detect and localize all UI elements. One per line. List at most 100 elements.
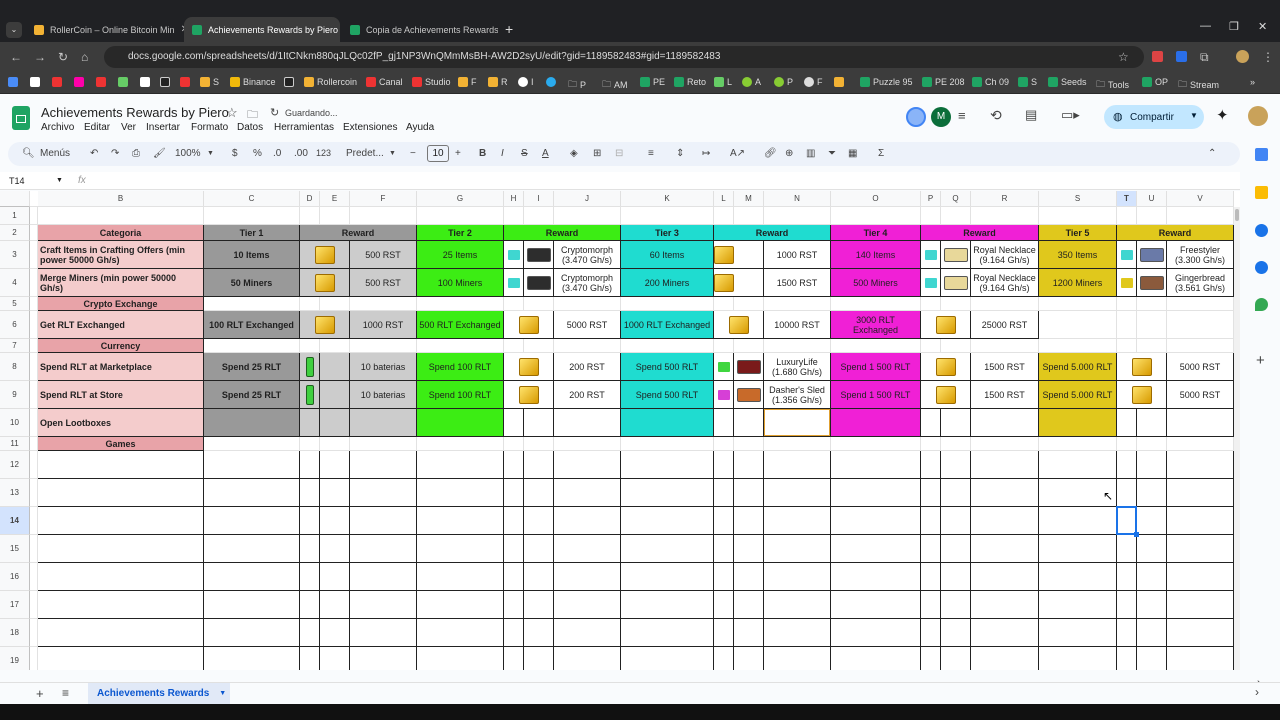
bookmark-canal[interactable]: Canal bbox=[366, 77, 403, 87]
minimize-window-icon[interactable]: — bbox=[1200, 20, 1211, 32]
empty-cell[interactable] bbox=[764, 619, 831, 647]
sheets-logo-icon[interactable] bbox=[12, 106, 30, 130]
column-header-o[interactable]: O bbox=[831, 191, 921, 207]
row-header-2[interactable]: 2 bbox=[0, 225, 30, 241]
empty-cell[interactable] bbox=[971, 591, 1039, 619]
reward1-value-cell[interactable]: 500 RST bbox=[350, 269, 417, 297]
empty-cell[interactable] bbox=[1039, 451, 1117, 479]
functions-icon[interactable]: Σ bbox=[878, 148, 884, 159]
empty-cell[interactable] bbox=[504, 507, 524, 535]
empty-cell[interactable] bbox=[350, 591, 417, 619]
reward1-cell[interactable] bbox=[300, 409, 320, 437]
empty-cell[interactable] bbox=[764, 451, 831, 479]
empty-cell[interactable] bbox=[204, 507, 300, 535]
bold-icon[interactable]: B bbox=[479, 148, 486, 159]
menu-formato[interactable]: Formato bbox=[191, 122, 228, 133]
reward4-value-cell[interactable]: 1500 RST bbox=[971, 381, 1039, 409]
empty-cell[interactable] bbox=[734, 591, 764, 619]
menus-search[interactable]: Menús bbox=[40, 148, 70, 159]
empty-cell[interactable] bbox=[350, 507, 417, 535]
meet-video-icon[interactable]: ▭▸ bbox=[1061, 107, 1080, 123]
column-header-m[interactable]: M bbox=[734, 191, 764, 207]
empty-cell[interactable] bbox=[621, 591, 714, 619]
extension-icon[interactable] bbox=[1176, 51, 1187, 62]
menu-insertar[interactable]: Insertar bbox=[146, 122, 180, 133]
empty-cell[interactable] bbox=[300, 591, 320, 619]
empty-cell[interactable] bbox=[1117, 619, 1137, 647]
empty-cell[interactable] bbox=[350, 535, 417, 563]
empty-cell[interactable] bbox=[621, 563, 714, 591]
percent-format[interactable]: % bbox=[253, 148, 262, 159]
header-tier2[interactable]: Tier 2 bbox=[417, 225, 504, 241]
empty-cell[interactable] bbox=[921, 535, 941, 563]
bookmark-rollercoin[interactable]: Rollercoin bbox=[304, 77, 357, 87]
empty-cell[interactable] bbox=[320, 591, 350, 619]
empty-cell[interactable] bbox=[38, 647, 204, 670]
bookmark-studio[interactable]: Studio bbox=[412, 77, 451, 87]
paint-format-icon[interactable]: 🖌︎ bbox=[153, 148, 166, 159]
empty-cell[interactable] bbox=[417, 647, 504, 670]
empty-cell[interactable] bbox=[1137, 451, 1167, 479]
empty-cell[interactable] bbox=[621, 479, 714, 507]
tier4-cell[interactable]: Spend 1 500 RLT bbox=[831, 353, 921, 381]
maps-icon[interactable] bbox=[1255, 298, 1268, 311]
reward5-value-cell[interactable]: 5000 RST bbox=[1167, 353, 1234, 381]
bookmark-icon[interactable] bbox=[118, 77, 131, 87]
row-header-11[interactable]: 11 bbox=[0, 437, 30, 451]
reward3-cell[interactable] bbox=[714, 409, 734, 437]
empty-cell[interactable] bbox=[734, 507, 764, 535]
empty-cell[interactable] bbox=[831, 591, 921, 619]
reward2-value-cell[interactable]: 5000 RST bbox=[554, 311, 621, 339]
empty-cell[interactable] bbox=[1167, 507, 1234, 535]
close-window-icon[interactable]: ✕ bbox=[1258, 20, 1267, 33]
empty-cell[interactable] bbox=[1137, 535, 1167, 563]
empty-cell[interactable] bbox=[300, 647, 320, 670]
empty-cell[interactable] bbox=[1167, 535, 1234, 563]
text-rotation-icon[interactable]: A↗ bbox=[730, 148, 745, 159]
empty-cell[interactable] bbox=[504, 535, 524, 563]
vertical-align-icon[interactable]: ⇕ bbox=[676, 148, 684, 159]
tier3-cell[interactable]: Spend 500 RLT bbox=[621, 353, 714, 381]
empty-cell[interactable] bbox=[1039, 563, 1117, 591]
tier4-cell[interactable]: 3000 RLT Exchanged bbox=[831, 311, 921, 339]
empty-cell[interactable] bbox=[417, 507, 504, 535]
empty-cell[interactable] bbox=[554, 647, 621, 670]
empty-cell[interactable] bbox=[320, 507, 350, 535]
reward4-cell[interactable] bbox=[941, 409, 971, 437]
empty-cell[interactable] bbox=[971, 451, 1039, 479]
empty-cell[interactable] bbox=[204, 535, 300, 563]
empty-cell[interactable] bbox=[38, 451, 204, 479]
empty-cell[interactable] bbox=[1167, 647, 1234, 670]
borders-icon[interactable]: ⊞ bbox=[593, 148, 601, 159]
explore-icon[interactable]: › bbox=[1255, 685, 1259, 699]
row-header-5[interactable]: 5 bbox=[0, 297, 30, 311]
gemini-sparkle-icon[interactable]: ✦ bbox=[1216, 106, 1229, 124]
empty-cell[interactable] bbox=[554, 507, 621, 535]
font-select[interactable]: Predet... bbox=[346, 148, 384, 159]
empty-cell[interactable] bbox=[941, 479, 971, 507]
font-size-decrease[interactable]: − bbox=[410, 148, 416, 159]
empty-cell[interactable] bbox=[504, 479, 524, 507]
reward3-value-cell[interactable]: 10000 RST bbox=[764, 311, 831, 339]
add-sheet-icon[interactable]: + bbox=[36, 686, 44, 701]
tier5-cell[interactable]: Spend 5.000 RLT bbox=[1039, 353, 1117, 381]
select-all-corner[interactable] bbox=[0, 191, 30, 207]
empty-cell[interactable] bbox=[831, 507, 921, 535]
formula-input[interactable] bbox=[96, 172, 1236, 190]
row-header-4[interactable]: 4 bbox=[0, 269, 30, 297]
browser-tab-rollercoin[interactable]: RollerCoin – Online Bitcoin Min ✕ bbox=[26, 17, 184, 42]
back-arrow-icon[interactable]: ← bbox=[10, 50, 22, 64]
column-header-r[interactable]: R bbox=[971, 191, 1039, 207]
bookmark-i[interactable]: I bbox=[518, 77, 534, 87]
empty-cell[interactable] bbox=[734, 535, 764, 563]
category-cell[interactable]: Get RLT Exchanged bbox=[38, 311, 204, 339]
empty-cell[interactable] bbox=[921, 591, 941, 619]
header-tier1[interactable]: Tier 1 bbox=[204, 225, 300, 241]
row-header-10[interactable]: 10 bbox=[0, 409, 30, 437]
bookmark-icon[interactable] bbox=[96, 77, 109, 87]
reward2-value-cell[interactable]: 200 RST bbox=[554, 353, 621, 381]
tier1-cell[interactable]: Spend 25 RLT bbox=[204, 381, 300, 409]
bookmark-icon[interactable] bbox=[180, 77, 193, 87]
empty-cell[interactable] bbox=[524, 479, 554, 507]
empty-cell[interactable] bbox=[1137, 563, 1167, 591]
